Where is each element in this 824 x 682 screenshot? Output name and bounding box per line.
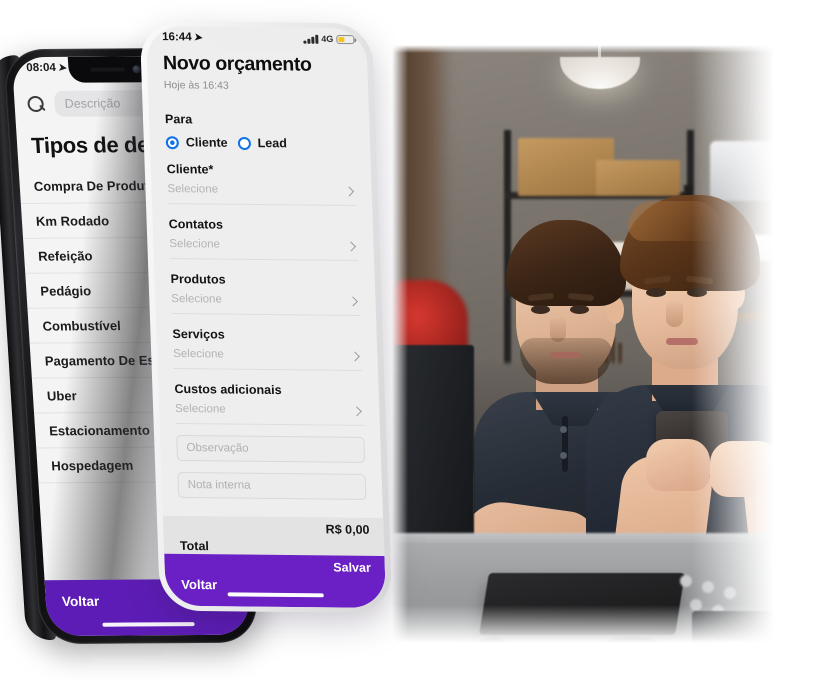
back-button[interactable]: Voltar xyxy=(61,594,99,609)
earpiece-speaker-icon xyxy=(90,67,125,72)
para-radio-group: Cliente Lead xyxy=(165,135,355,151)
radio-label: Cliente xyxy=(185,135,228,150)
field-row[interactable]: Selecione xyxy=(167,176,357,207)
location-arrow-icon: ➤ xyxy=(58,61,68,74)
field-row[interactable]: Selecione xyxy=(172,340,362,371)
field-contatos[interactable]: Contatos Selecione xyxy=(168,217,359,262)
page-title: Novo orçamento xyxy=(162,52,312,76)
desk-mat xyxy=(692,611,774,643)
field-value: Selecione xyxy=(174,402,226,416)
field-label: Serviços xyxy=(172,327,225,342)
battery-low-power-icon xyxy=(336,34,355,44)
home-indicator xyxy=(102,622,195,627)
form-body: Para Cliente Lead Cliente* Selecione Con… xyxy=(148,98,383,532)
laptop-on-table xyxy=(479,573,685,635)
chevron-right-icon[interactable] xyxy=(349,350,360,361)
front-phone-screen: 16:44 ➤ 4G Novo orçamento Hoje às 16:43 … xyxy=(145,26,387,608)
save-button[interactable]: Salvar xyxy=(333,560,371,574)
field-produtos[interactable]: Produtos Selecione xyxy=(170,272,361,316)
signal-bars-icon xyxy=(303,34,319,44)
workshop-photo xyxy=(392,45,774,643)
network-label: 4G xyxy=(321,33,334,44)
field-label: Custos adicionais xyxy=(174,381,282,398)
search-icon[interactable] xyxy=(26,95,45,113)
field-row[interactable]: Selecione xyxy=(168,231,359,262)
field-label: Cliente* xyxy=(166,162,214,177)
field-custos-adicionais[interactable]: Custos adicionais Selecione xyxy=(174,382,364,426)
back-phone-status-bar: 08:04 ➤ xyxy=(26,62,68,74)
photo-canvas xyxy=(392,45,774,643)
field-value: Selecione xyxy=(173,347,225,361)
front-phone-bottom-bar: Voltar Salvar xyxy=(164,553,387,608)
steel-appliance xyxy=(710,141,774,201)
location-arrow-icon: ➤ xyxy=(194,31,204,44)
radio-label: Lead xyxy=(257,136,288,151)
observacao-input[interactable]: Observação xyxy=(176,434,366,463)
field-row[interactable]: Selecione xyxy=(170,286,361,316)
nota-interna-placeholder: Nota interna xyxy=(187,479,251,492)
composition-stage: 08:04 ➤ Descrição Tipos de despesa Compr… xyxy=(0,0,824,682)
observacao-placeholder: Observação xyxy=(186,442,249,455)
chevron-right-icon[interactable] xyxy=(344,186,355,196)
chevron-right-icon[interactable] xyxy=(351,405,362,416)
front-status-time: 16:44 xyxy=(161,31,192,44)
chevron-right-icon[interactable] xyxy=(348,295,358,306)
front-phone-mockup: 16:44 ➤ 4G Novo orçamento Hoje às 16:43 … xyxy=(139,20,395,626)
front-status-left: 16:44 ➤ xyxy=(161,31,204,44)
field-servicos[interactable]: Serviços Selecione xyxy=(172,327,362,371)
home-indicator xyxy=(227,592,324,598)
page-subtitle: Hoje às 16:43 xyxy=(163,79,229,92)
total-label: Total xyxy=(179,538,210,554)
field-cliente[interactable]: Cliente* Selecione xyxy=(166,162,357,207)
radio-dot-selected-icon[interactable] xyxy=(165,135,180,149)
monitor xyxy=(392,345,474,555)
field-label: Produtos xyxy=(170,272,226,287)
front-camera-icon xyxy=(132,65,141,74)
radio-option-cliente[interactable]: Cliente xyxy=(165,135,228,150)
field-row[interactable]: Selecione xyxy=(174,395,364,426)
field-label: Contatos xyxy=(168,217,224,232)
back-status-time: 08:04 xyxy=(25,61,57,75)
field-value: Selecione xyxy=(167,183,219,196)
total-amount: R$ 0,00 xyxy=(325,522,370,537)
chevron-right-icon[interactable] xyxy=(346,241,357,251)
field-value: Selecione xyxy=(169,238,221,251)
search-placeholder: Descrição xyxy=(64,96,121,111)
para-label: Para xyxy=(164,112,193,127)
field-value: Selecione xyxy=(171,293,223,306)
radio-dot-icon[interactable] xyxy=(237,136,251,150)
back-button[interactable]: Voltar xyxy=(181,577,217,592)
radio-option-lead[interactable]: Lead xyxy=(237,136,288,151)
front-status-right: 4G xyxy=(303,33,355,45)
front-phone-notch xyxy=(207,26,313,52)
nota-interna-input[interactable]: Nota interna xyxy=(177,471,367,500)
